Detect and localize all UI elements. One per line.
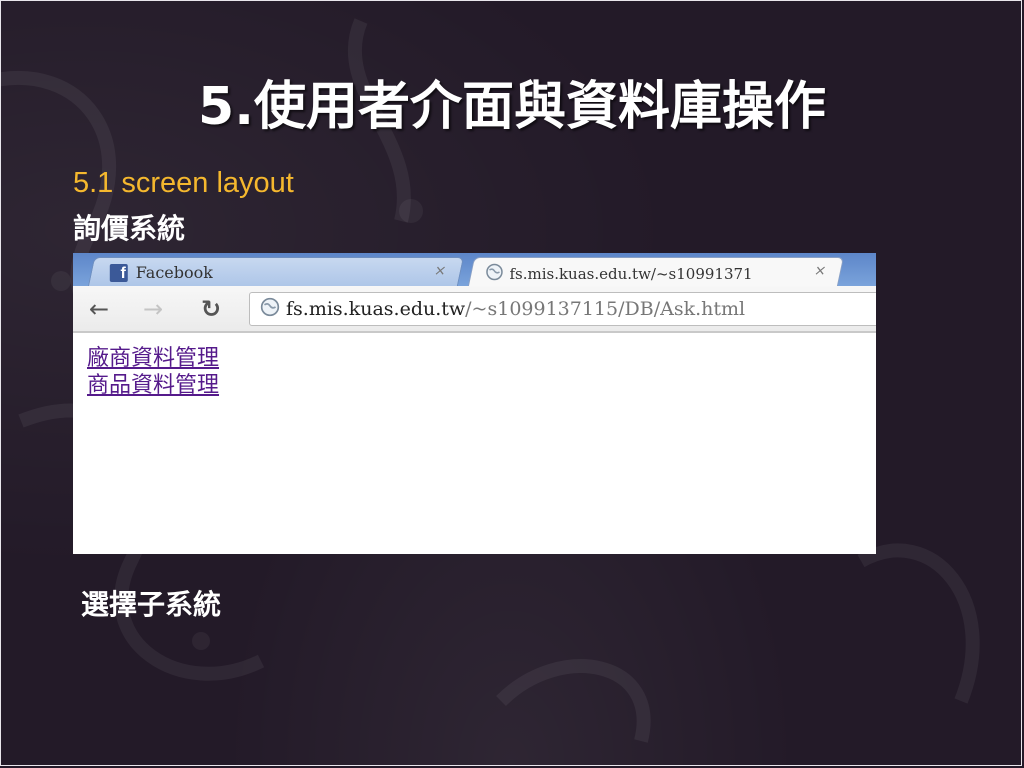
page-content: 廠商資料管理 商品資料管理 xyxy=(87,345,219,399)
globe-icon xyxy=(485,263,503,285)
url-path: /~s1099137115/DB/Ask.html xyxy=(465,298,746,320)
tab-strip: f Facebook × fs.mis.kuas.edu.tw/~s109913… xyxy=(73,253,876,286)
reload-icon[interactable]: ↻ xyxy=(197,296,225,322)
browser-screenshot: f Facebook × fs.mis.kuas.edu.tw/~s109913… xyxy=(73,253,876,554)
browser-toolbar: ← → ↻ fs.mis.kuas.edu.tw/~s1099137115/DB… xyxy=(73,286,876,333)
link-product-data-management[interactable]: 商品資料管理 xyxy=(87,372,219,399)
facebook-icon: f xyxy=(109,263,128,282)
slide-subtitle: 5.1 screen layout xyxy=(73,167,294,199)
slide: 5.使用者介面與資料庫操作 5.1 screen layout 詢價系統 f F… xyxy=(0,0,1022,766)
forward-arrow-icon[interactable]: → xyxy=(139,296,167,322)
tab-label: Facebook xyxy=(135,263,213,282)
section-label-select-subsystem: 選擇子系統 xyxy=(81,588,222,621)
tab-label: fs.mis.kuas.edu.tw/~s10991371 xyxy=(509,265,753,283)
tab-current-page[interactable]: fs.mis.kuas.edu.tw/~s10991371 × xyxy=(467,257,845,286)
slide-title: 5.使用者介面與資料庫操作 xyxy=(198,77,826,137)
address-bar[interactable]: fs.mis.kuas.edu.tw/~s1099137115/DB/Ask.h… xyxy=(249,292,876,326)
back-arrow-icon[interactable]: ← xyxy=(85,296,113,322)
section-label-inquiry: 詢價系統 xyxy=(73,212,186,245)
tab-facebook[interactable]: f Facebook × xyxy=(87,257,465,286)
url-host: fs.mis.kuas.edu.tw xyxy=(286,298,466,320)
globe-icon xyxy=(260,297,280,321)
link-vendor-data-management[interactable]: 廠商資料管理 xyxy=(87,345,219,372)
